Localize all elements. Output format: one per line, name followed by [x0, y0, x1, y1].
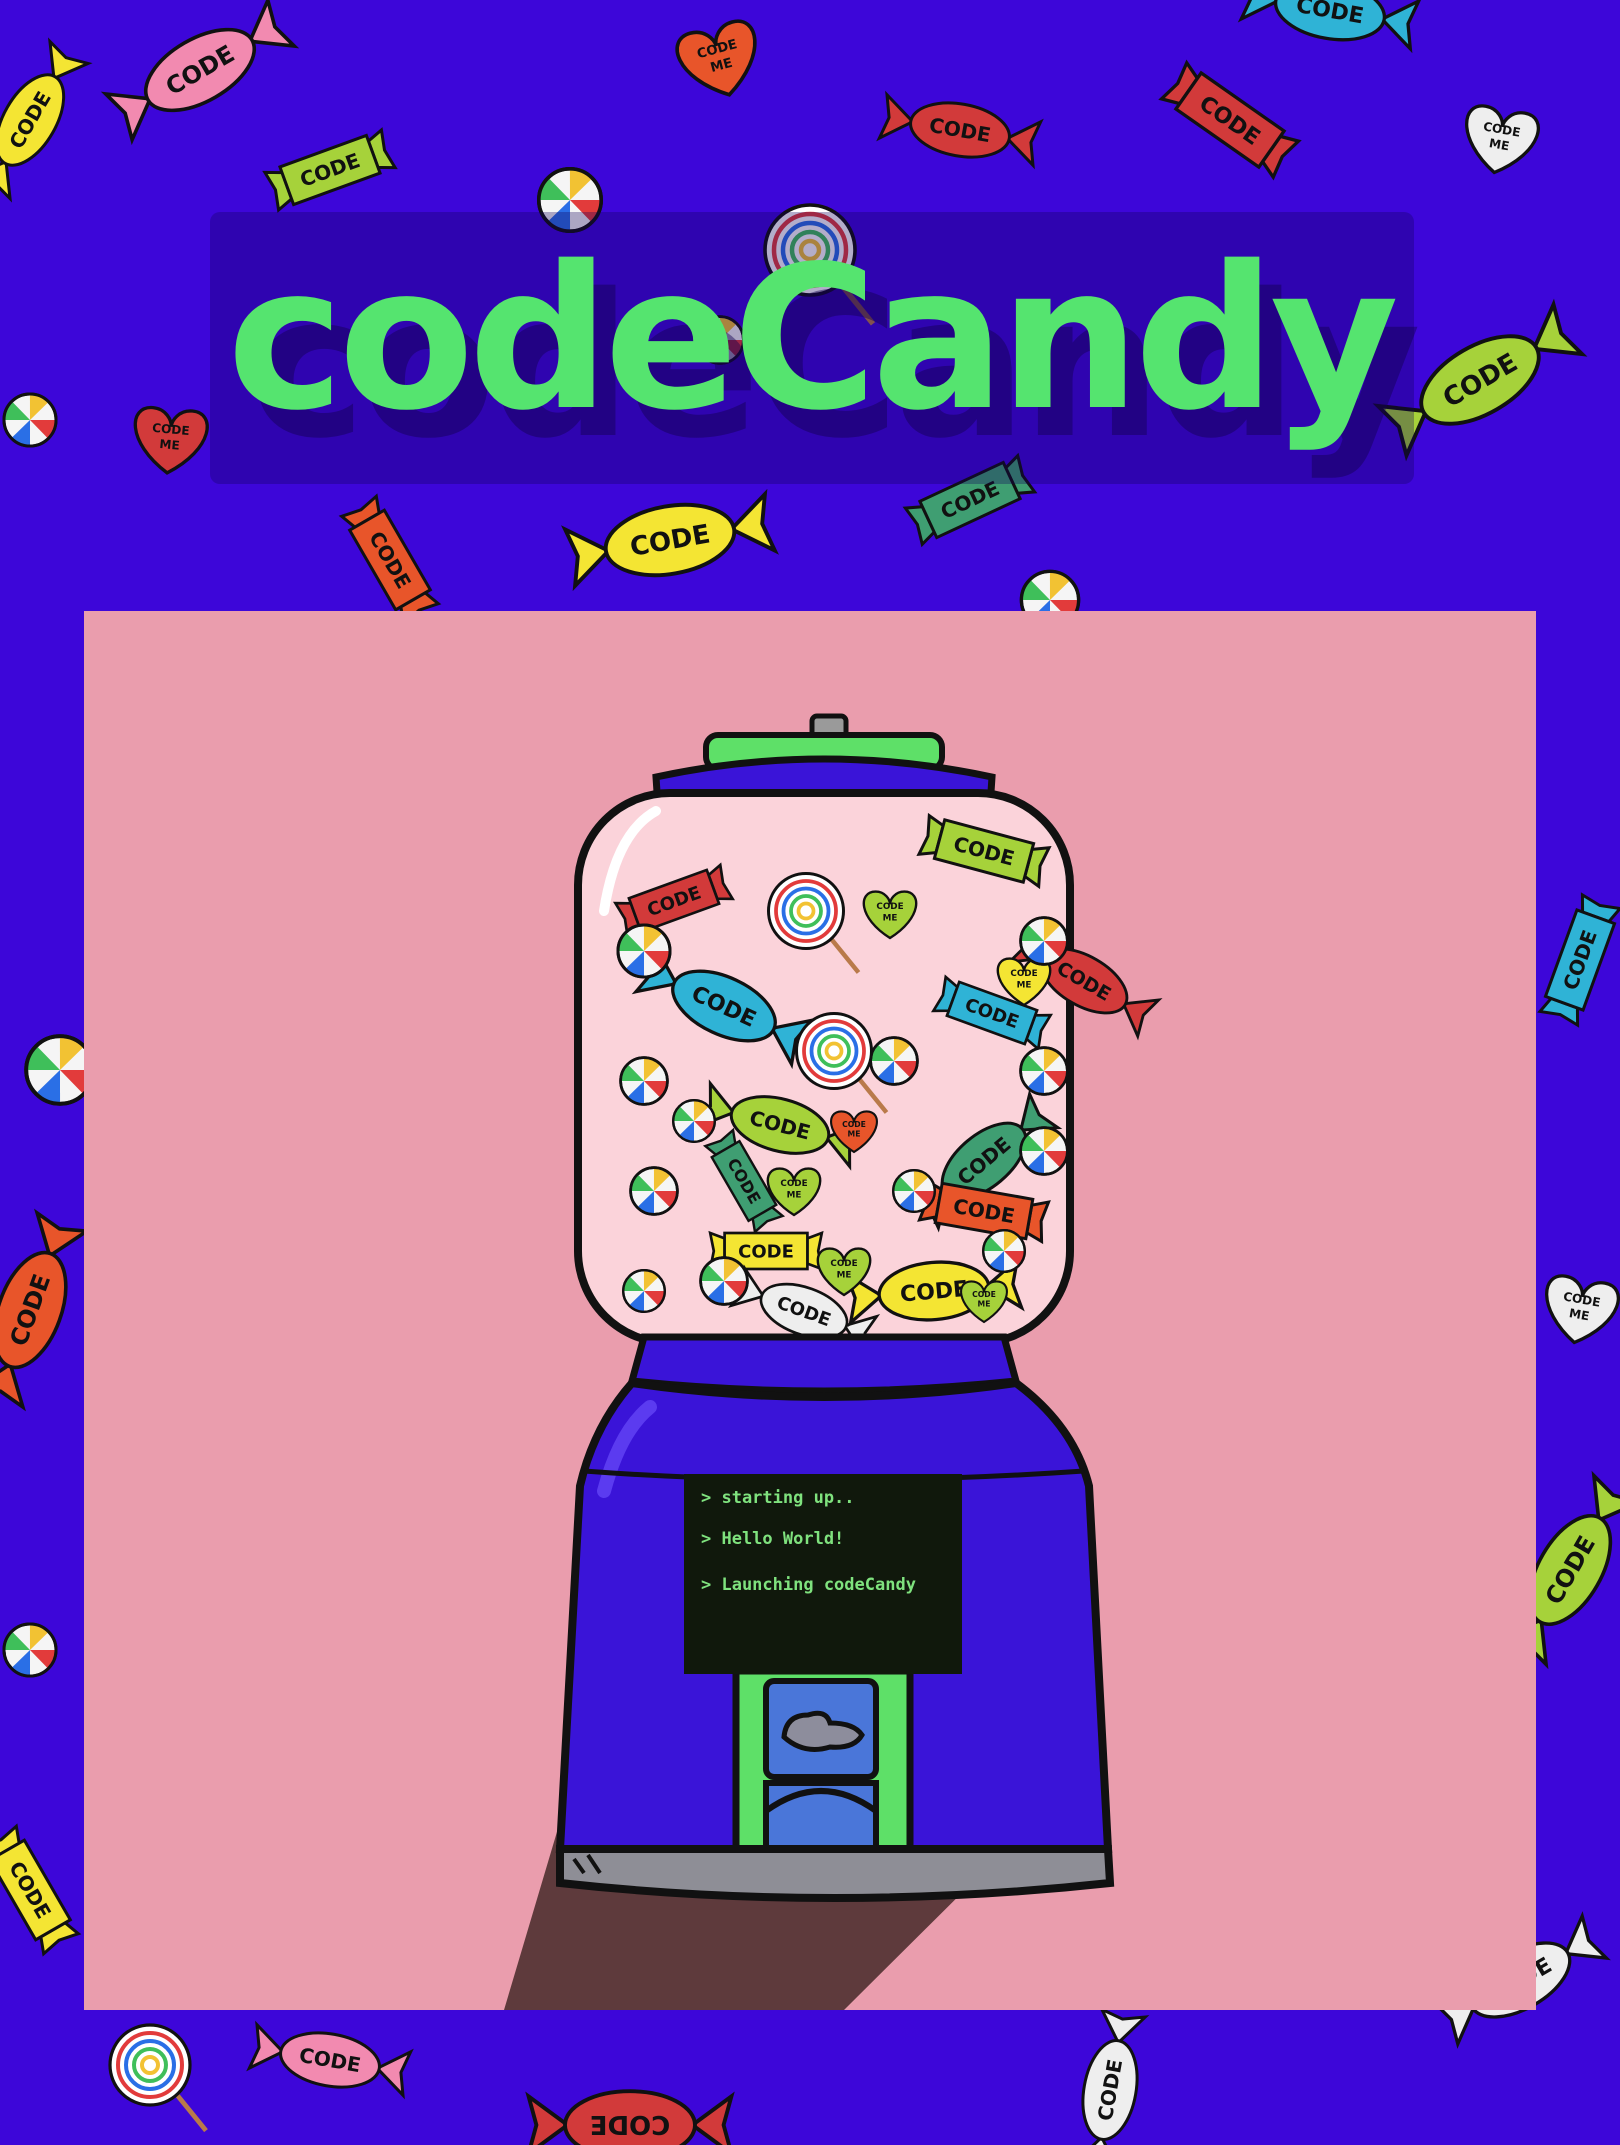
svg-text:ME: ME [883, 913, 898, 923]
candy-bar-icon: CODE [1537, 892, 1620, 1028]
app-title: codeCandy [226, 223, 1399, 454]
swirl-candy-icon [981, 1228, 1027, 1274]
svg-text:CODE: CODE [830, 1259, 857, 1269]
candy-heart-icon: CODEME [1465, 104, 1540, 175]
svg-text:CODE: CODE [842, 1120, 866, 1129]
candy-heart-icon: CODEME [675, 19, 757, 97]
svg-text:CODE: CODE [972, 1290, 996, 1299]
swirl-candy-icon [671, 1098, 717, 1144]
screen-line-1: > starting up.. [701, 1488, 855, 1508]
svg-text:CODE: CODE [738, 1241, 794, 1262]
candy-wrapper-icon: CODE [0, 1208, 93, 1412]
swirl-candy-icon [699, 1256, 749, 1306]
swirl-candy-icon [891, 1168, 937, 1214]
candy-wrapper-icon: CODE [561, 488, 779, 592]
swirl-candy-icon [1019, 1046, 1069, 1096]
svg-text:ME: ME [787, 1190, 802, 1200]
swirl-candy-icon [2, 1622, 58, 1678]
status-screen: > starting up.. > Hello World! > Launchi… [684, 1474, 962, 1674]
machine-neck [627, 1333, 1021, 1395]
svg-text:CODE: CODE [1010, 969, 1037, 979]
swirl-candy-icon [629, 1166, 679, 1216]
swirl-candy-icon [1019, 916, 1069, 966]
candy-heart-icon: CODEME [1545, 1274, 1620, 1345]
svg-text:ME: ME [1017, 980, 1032, 990]
swirl-candy-icon [619, 1056, 669, 1106]
candy-bar-icon: CODE [338, 493, 442, 627]
candy-bar-icon: CODE [1158, 59, 1302, 181]
candy-wrapper-icon: CODE [525, 2089, 735, 2145]
candy-bar-icon: CODE [0, 1823, 82, 1957]
machine-base [556, 1845, 1115, 1902]
gumball-machine: CODECODECODECODE CODECODECODE CODECODECODE… [504, 713, 1163, 2010]
swirl-candy-icon [621, 1268, 667, 1314]
svg-text:CODE: CODE [780, 1179, 807, 1189]
svg-text:CODE: CODE [590, 2109, 671, 2139]
candy-wrapper-icon: CODE [0, 37, 93, 203]
candy-wrapper-icon: CODE [100, 0, 300, 146]
candy-wrapper-icon: CODE [1070, 2006, 1150, 2145]
svg-text:CODE: CODE [876, 902, 903, 912]
svg-text:ME: ME [837, 1270, 852, 1280]
svg-text:ME: ME [978, 1300, 991, 1309]
candy-bar-icon: CODE [262, 127, 398, 213]
artwork-panel: CODE CODE CODE CODE CODE CODE CODE CODE CODE CODE… [84, 611, 1536, 2010]
candy-wrapper-icon: CODE [876, 90, 1044, 170]
swirl-candy-icon [1019, 1126, 1069, 1176]
candy-wrapper-icon: CODE [1237, 0, 1423, 54]
swirl-candy-icon [869, 1036, 919, 1086]
candy-wrapper-icon: CODE [246, 2020, 414, 2100]
screen-line-3: > Launching codeCandy [701, 1575, 916, 1595]
screen-line-2: > Hello World! [701, 1529, 845, 1549]
svg-text:ME: ME [848, 1130, 861, 1139]
lollipop-icon [108, 2023, 208, 2133]
swirl-candy-icon [616, 923, 672, 979]
